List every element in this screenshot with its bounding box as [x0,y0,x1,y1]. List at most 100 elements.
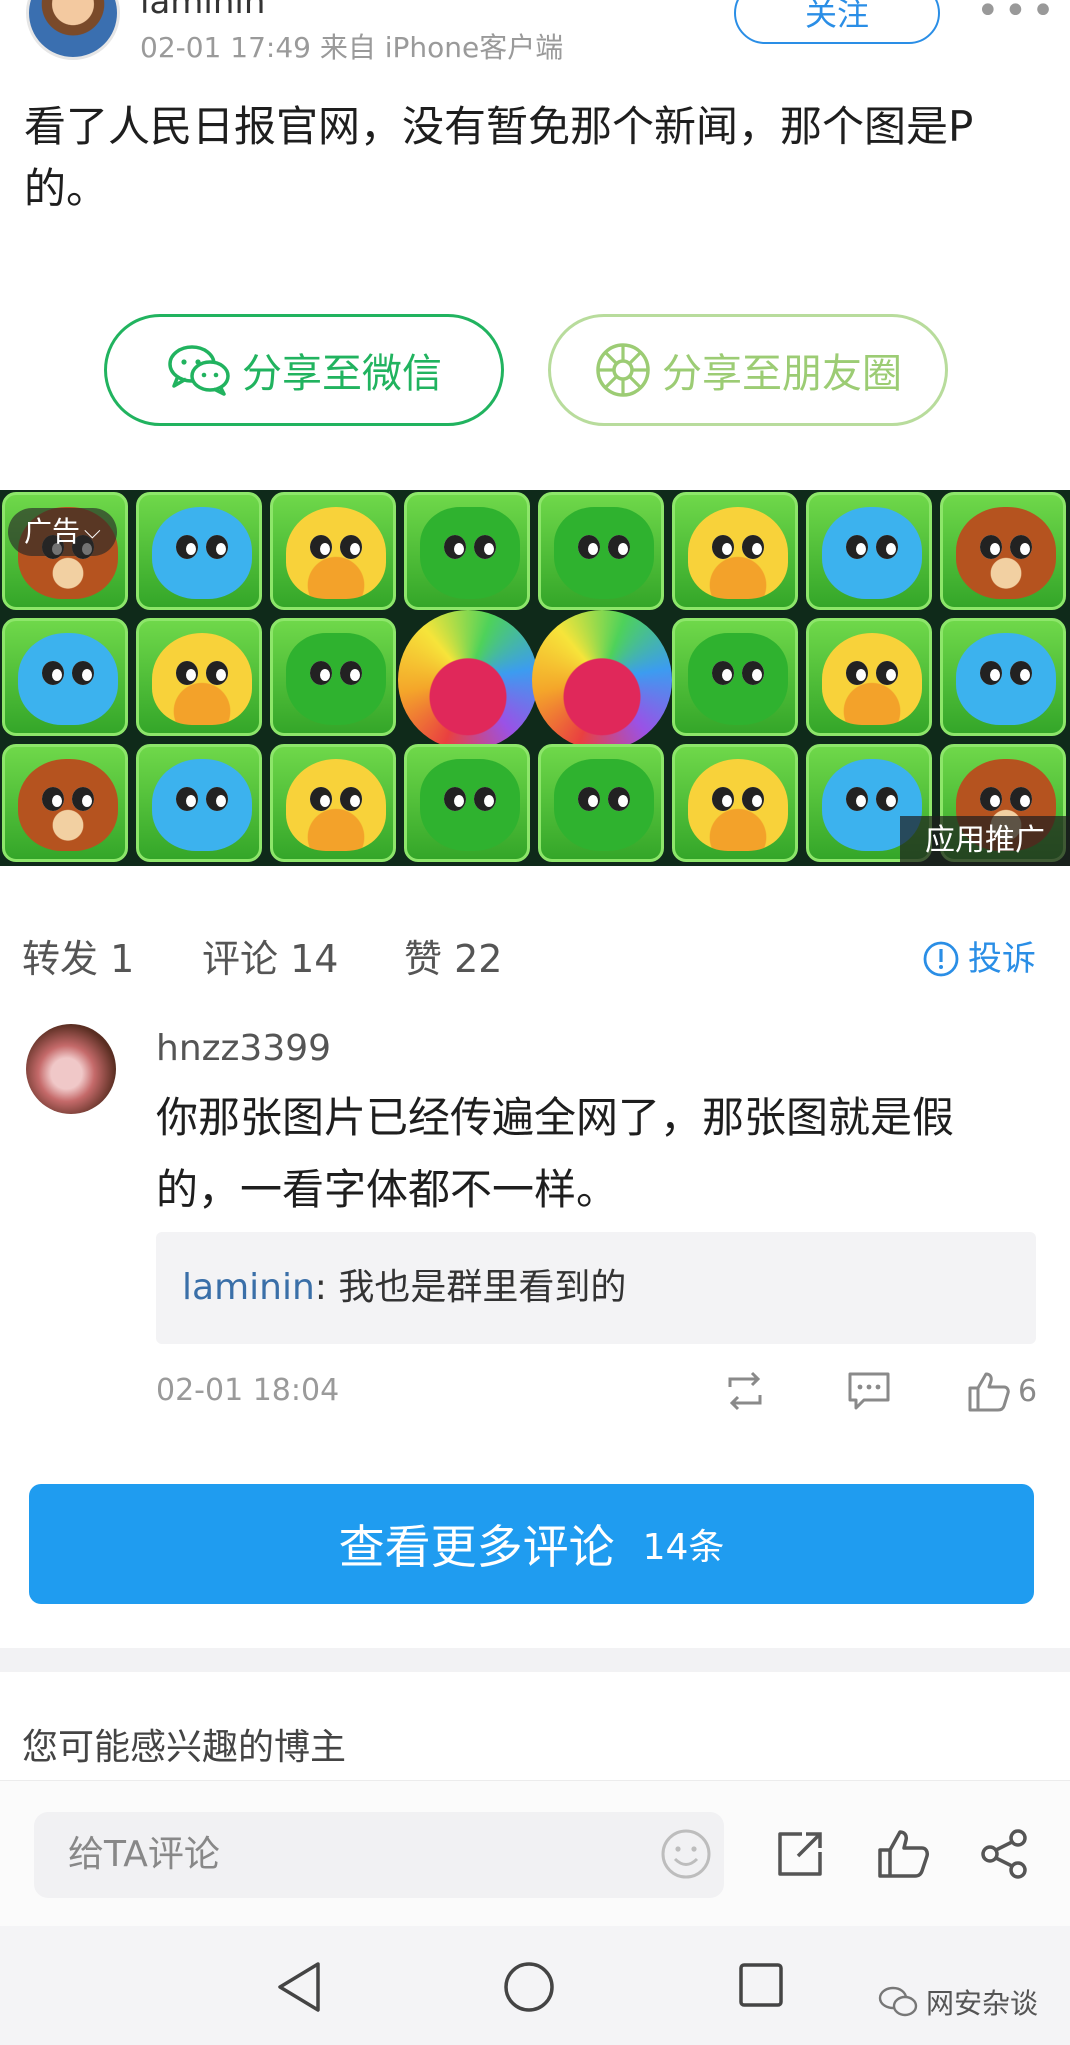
critter-eye [712,787,734,811]
ad-tag[interactable]: 广告 ⌵ [8,508,117,556]
share-moments-button[interactable]: 分享至朋友圈 [548,314,948,426]
ad-game-tile [806,492,932,610]
blue-critter-icon [956,633,1056,725]
critter-eye [42,787,64,811]
view-more-label: 查看更多评论 [338,1520,615,1574]
frog-critter-icon [420,759,520,851]
comment-time: 02-01 18:04 [156,1373,340,1408]
share-nodes-icon[interactable] [976,1826,1032,1886]
post-text: 看了人民日报官网，没有暂免那个新闻，那个图是P的。 [24,102,974,213]
emoji-icon[interactable] [660,1828,712,1884]
ad-tag-label: 广告 [24,515,81,548]
reply-author[interactable]: laminin [182,1267,315,1308]
ad-game-tile [136,744,262,862]
frog-critter-icon [554,759,654,851]
ad-game-tile [806,618,932,736]
share-moments-label: 分享至朋友圈 [662,351,902,397]
back-icon[interactable] [274,1960,324,2018]
comment-icon [848,1372,890,1410]
critter-eye [980,787,1002,811]
ad-game-tile [270,744,396,862]
ad-game-tile [538,744,664,862]
ad-owl-tile [398,610,538,750]
app-promo-label: 应用推广 [900,816,1070,866]
commenter-avatar[interactable] [26,1024,116,1114]
ad-game-tile [404,492,530,610]
critter-eye [176,661,198,685]
critter-eye [608,787,630,811]
report-button[interactable]: 投诉 [922,934,1036,984]
comment-like-count: 6 [1018,1373,1038,1409]
critter-eye [72,661,94,685]
critter-eye [176,535,198,559]
critter-eye [876,787,898,811]
critter-eye [444,787,466,811]
blue-critter-icon [822,507,922,599]
home-icon[interactable] [502,1960,556,2018]
frog-critter-icon [420,507,520,599]
critter-eye [176,787,198,811]
share-out-icon[interactable] [772,1826,828,1886]
critter-eye [742,535,764,559]
ad-game-tile [2,618,128,736]
info-icon [923,941,959,977]
critter-eye [980,535,1002,559]
critter-eye [42,661,64,685]
ad-banner[interactable] [0,490,1070,866]
post-like-icon[interactable] [874,1826,930,1886]
critter-eye [876,661,898,685]
blue-critter-icon [152,507,252,599]
critter-eye [310,787,332,811]
critter-eye [310,535,332,559]
ad-game-tile [538,492,664,610]
watermark: 网安杂谈 [878,1982,1038,2022]
ad-game-tile [270,618,396,736]
critter-eye [1010,787,1032,811]
critter-eye [712,535,734,559]
critter-eye [742,787,764,811]
bear-critter-icon [956,507,1056,599]
critter-eye [578,787,600,811]
recent-apps-icon[interactable] [736,1960,786,2014]
author-name[interactable]: laminin [140,0,265,22]
critter-eye [980,661,1002,685]
ad-game-tile [672,492,798,610]
critter-eye [474,535,496,559]
ad-game-tile [2,744,128,862]
frog-critter-icon [286,633,386,725]
ellipsis-icon[interactable]: ••• [976,0,1059,31]
view-more-comments-button[interactable]: 查看更多评论 14条 [29,1484,1034,1604]
reply-preview[interactable]: laminin: 我也是群里看到的 [156,1232,1036,1344]
ad-game-tile [270,492,396,610]
repost-count[interactable]: 转发 1 [22,934,134,984]
ad-game-tile [136,492,262,610]
comment-count[interactable]: 评论 14 [202,934,338,984]
share-wechat-button[interactable]: 分享至微信 [104,314,504,426]
critter-eye [742,661,764,685]
follow-button[interactable]: 关注 [734,0,940,44]
wechat-icon [168,345,230,396]
ad-game-tile [404,744,530,862]
commenter-name[interactable]: hnzz3399 [156,1026,331,1072]
moments-icon [596,343,650,397]
critter-eye [340,661,362,685]
author-avatar[interactable] [26,0,120,60]
comment-reply-button[interactable] [846,1366,892,1416]
section-divider [0,1648,1070,1672]
critter-eye [206,535,228,559]
frog-critter-icon [554,507,654,599]
ad-game-tile [136,618,262,736]
comment-text: 你那张图片已经传遍全网了，那张图就是假的，一看字体都不一样。 [156,1093,955,1214]
frog-critter-icon [688,633,788,725]
comment-repost-button[interactable] [722,1366,768,1416]
comment-input[interactable]: 给TA评论 [34,1812,724,1898]
comment-like-button[interactable]: 6 [966,1366,1037,1416]
critter-eye [340,787,362,811]
chevron-down-icon: ⌵ [84,519,101,544]
chick-critter-icon [286,507,386,599]
ad-game-tile [672,618,798,736]
critter-eye [474,787,496,811]
like-count[interactable]: 赞 22 [404,934,502,984]
thumbs-up-icon [968,1372,1010,1412]
blue-critter-icon [18,633,118,725]
